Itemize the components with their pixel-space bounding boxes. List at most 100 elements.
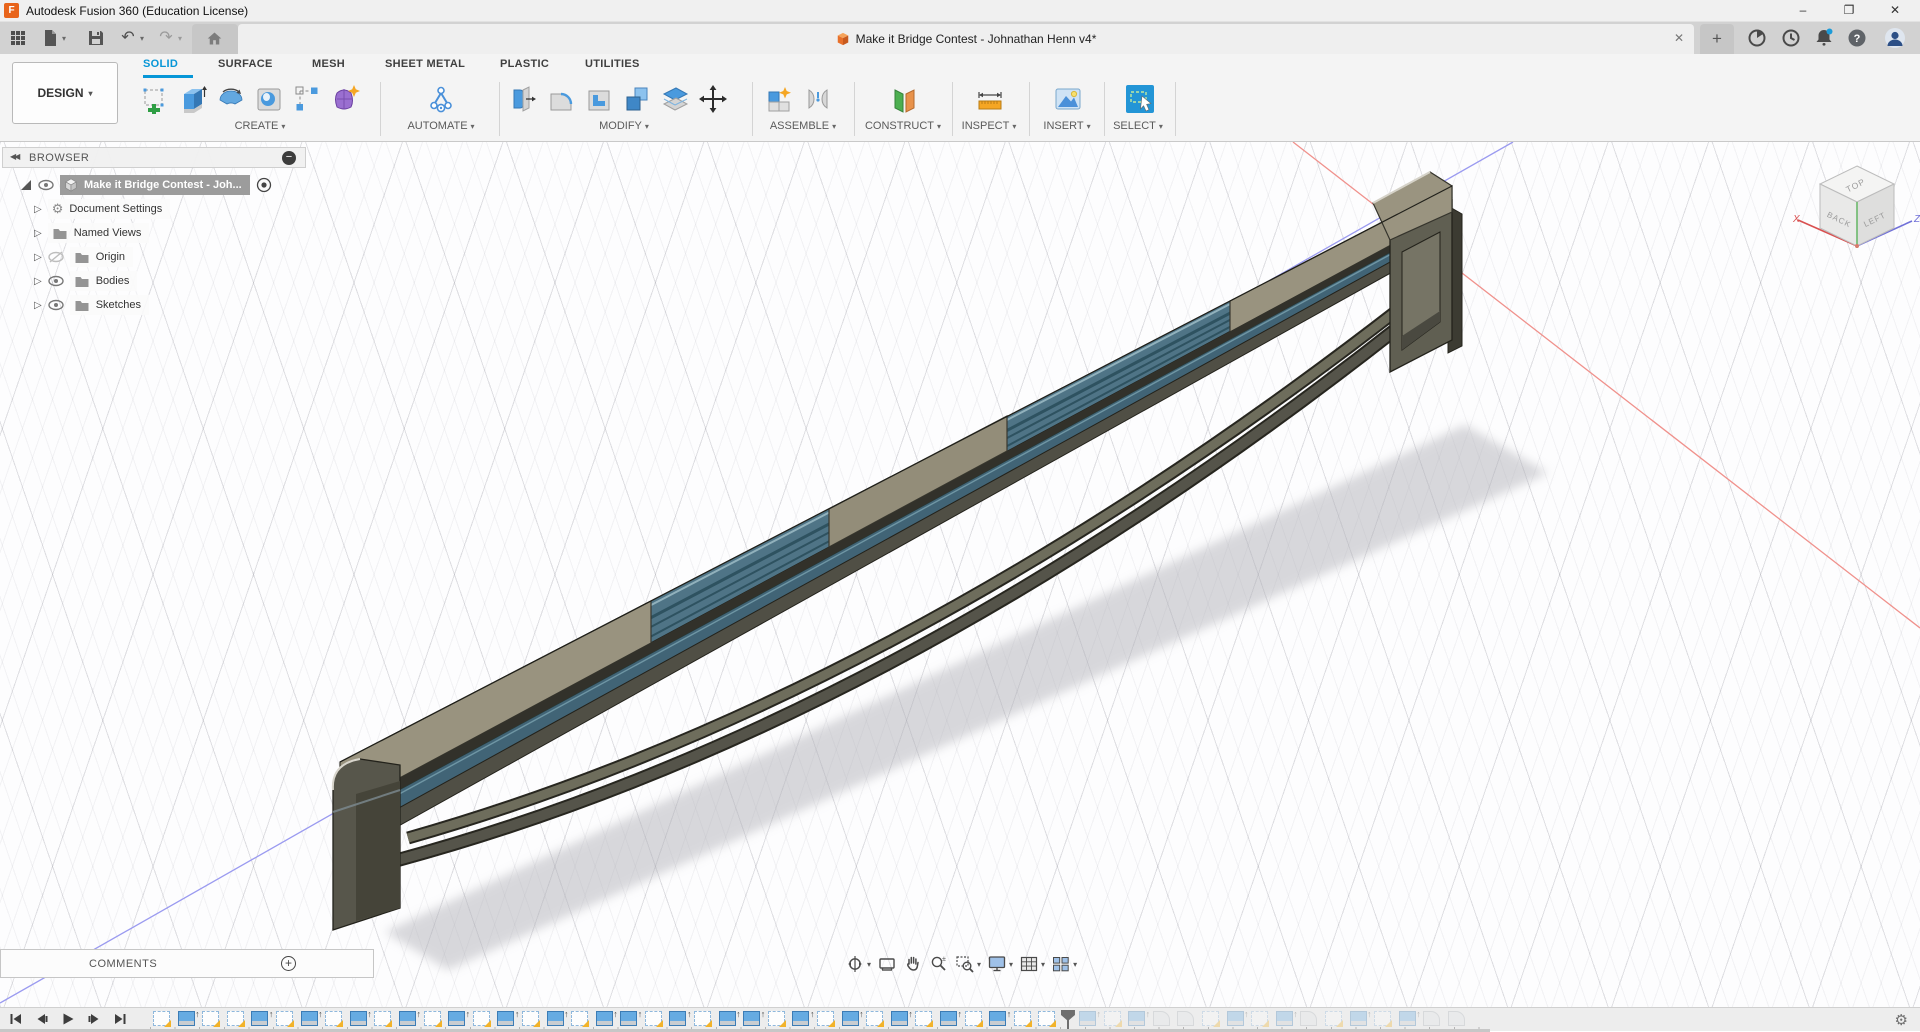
- tab-solid[interactable]: SOLID: [143, 58, 178, 76]
- root-document-item[interactable]: Make it Bridge Contest - Joh...: [60, 175, 250, 195]
- browser-item-bodies[interactable]: ▷ Bodies: [34, 271, 137, 291]
- svg-text:±: ±: [942, 956, 946, 963]
- group-label-inspect[interactable]: INSPECT▾: [962, 120, 1017, 134]
- visibility-eye-icon[interactable]: [48, 297, 64, 313]
- browser-item-sketches[interactable]: ▷ Sketches: [34, 295, 149, 315]
- expand-arrow-icon[interactable]: ▷: [34, 276, 42, 287]
- bridge-model[interactable]: TOP BACK LEFT X Z: [0, 142, 1920, 1007]
- job-status-clock-icon[interactable]: [1780, 27, 1802, 49]
- add-comment-icon[interactable]: +: [281, 956, 296, 971]
- revolve-button[interactable]: [214, 82, 248, 116]
- pan-button[interactable]: [903, 954, 923, 974]
- group-label-modify[interactable]: MODIFY▾: [599, 120, 649, 134]
- redo-caret[interactable]: ▾: [178, 34, 182, 43]
- grid-settings-button[interactable]: ▾: [1019, 954, 1045, 974]
- notifications-bell-icon[interactable]: [1813, 27, 1835, 49]
- browser-minimize-icon[interactable]: −: [282, 151, 296, 165]
- restore-button[interactable]: ❐: [1832, 0, 1866, 22]
- extrude-button[interactable]: [176, 82, 210, 116]
- folder-icon: [74, 273, 90, 289]
- visibility-eye-icon[interactable]: [38, 177, 54, 193]
- group-label-construct[interactable]: CONSTRUCT▾: [865, 120, 941, 134]
- help-icon[interactable]: ?: [1846, 27, 1868, 49]
- step-back-button[interactable]: [34, 1011, 50, 1027]
- redo-icon[interactable]: ↷: [156, 28, 176, 48]
- tab-utilities[interactable]: UTILITIES: [585, 58, 640, 76]
- expand-arrow-icon[interactable]: ▷: [34, 300, 42, 311]
- tab-mesh[interactable]: MESH: [312, 58, 345, 76]
- app-title: Autodesk Fusion 360 (Education License): [26, 4, 248, 18]
- view-cube[interactable]: TOP BACK LEFT X Z: [1792, 166, 1920, 248]
- shell-button[interactable]: [582, 82, 616, 116]
- undo-caret[interactable]: ▾: [140, 34, 144, 43]
- group-label-create[interactable]: CREATE▾: [235, 120, 286, 134]
- undo-icon[interactable]: ↶: [118, 28, 138, 48]
- viewports-button[interactable]: ▾: [1051, 954, 1077, 974]
- tab-surface[interactable]: SURFACE: [218, 58, 273, 76]
- save-icon[interactable]: [86, 28, 106, 48]
- expand-arrow-icon[interactable]: ▷: [34, 228, 42, 239]
- tab-plastic[interactable]: PLASTIC: [500, 58, 549, 76]
- press-pull-button[interactable]: [506, 82, 540, 116]
- zoom-window-button[interactable]: ▾: [955, 954, 981, 974]
- browser-item-origin[interactable]: ▷ Origin: [34, 247, 133, 267]
- new-component-button[interactable]: [763, 82, 797, 116]
- comments-bar[interactable]: COMMENTS +: [0, 949, 374, 978]
- select-button[interactable]: [1123, 82, 1157, 116]
- app-grid-icon[interactable]: [8, 28, 28, 48]
- move-button[interactable]: [696, 82, 730, 116]
- configure-button[interactable]: [424, 82, 458, 116]
- go-to-start-button[interactable]: [8, 1011, 24, 1027]
- browser-item-named-views[interactable]: ▷ Named Views: [34, 223, 149, 243]
- visibility-off-eye-icon[interactable]: [48, 249, 64, 265]
- viewport-canvas[interactable]: TOP BACK LEFT X Z ◀◀ BROWSER − Make it B…: [0, 142, 1920, 1007]
- tab-sheet-metal[interactable]: SHEET METAL: [385, 58, 465, 76]
- document-tab[interactable]: Make it Bridge Contest - Johnathan Henn …: [238, 24, 1694, 54]
- timeline-settings-gear-icon[interactable]: ⚙: [1895, 1011, 1908, 1029]
- new-tab-button[interactable]: +: [1700, 24, 1734, 54]
- fillet-button[interactable]: [544, 82, 578, 116]
- activate-radio-icon[interactable]: [256, 177, 272, 193]
- play-button[interactable]: [60, 1011, 76, 1027]
- group-separator: [854, 82, 855, 136]
- avatar[interactable]: [1884, 27, 1906, 49]
- go-to-end-button[interactable]: [112, 1011, 128, 1027]
- hole-button[interactable]: [252, 82, 286, 116]
- collapse-triangle-icon[interactable]: [20, 179, 32, 191]
- create-sketch-button[interactable]: [138, 82, 172, 116]
- minimize-button[interactable]: –: [1786, 0, 1820, 22]
- step-forward-button[interactable]: [86, 1011, 102, 1027]
- file-menu-caret[interactable]: ▾: [62, 34, 66, 43]
- group-label-assemble[interactable]: ASSEMBLE▾: [770, 120, 836, 134]
- expand-arrow-icon[interactable]: ▷: [34, 252, 42, 263]
- document-tab-close-icon[interactable]: ✕: [1674, 31, 1684, 45]
- rectangular-pattern-button[interactable]: [290, 82, 324, 116]
- close-button[interactable]: ✕: [1878, 0, 1912, 22]
- document-cube-icon: [836, 32, 850, 46]
- insert-image-button[interactable]: [1051, 82, 1085, 116]
- group-label-select[interactable]: SELECT▾: [1113, 120, 1163, 134]
- extensions-icon[interactable]: [1746, 27, 1768, 49]
- joint-button[interactable]: [801, 82, 835, 116]
- zoom-button[interactable]: ±: [929, 954, 949, 974]
- combine-button[interactable]: [620, 82, 654, 116]
- create-form-button[interactable]: [328, 82, 362, 116]
- group-separator: [1029, 82, 1030, 136]
- expand-arrow-icon[interactable]: ▷: [34, 204, 42, 215]
- measure-button[interactable]: [973, 82, 1007, 116]
- browser-root-row[interactable]: Make it Bridge Contest - Joh...: [20, 175, 272, 195]
- workspace-switcher[interactable]: DESIGN ▾: [12, 62, 118, 124]
- group-label-insert[interactable]: INSERT▾: [1043, 120, 1090, 134]
- collapse-panel-icon[interactable]: ◀◀: [10, 152, 18, 161]
- offset-face-button[interactable]: [658, 82, 692, 116]
- home-tab[interactable]: [192, 24, 238, 54]
- browser-header[interactable]: ◀◀ BROWSER −: [2, 147, 306, 168]
- browser-item-document-settings[interactable]: ▷ ⚙Document Settings: [34, 199, 170, 219]
- group-label-automate[interactable]: AUTOMATE▾: [407, 120, 474, 134]
- file-menu-icon[interactable]: [40, 28, 60, 48]
- visibility-eye-icon[interactable]: [48, 273, 64, 289]
- orbit-button[interactable]: ▾: [845, 954, 871, 974]
- look-at-button[interactable]: [877, 954, 897, 974]
- construction-plane-button[interactable]: [887, 82, 921, 116]
- display-settings-button[interactable]: ▾: [987, 954, 1013, 974]
